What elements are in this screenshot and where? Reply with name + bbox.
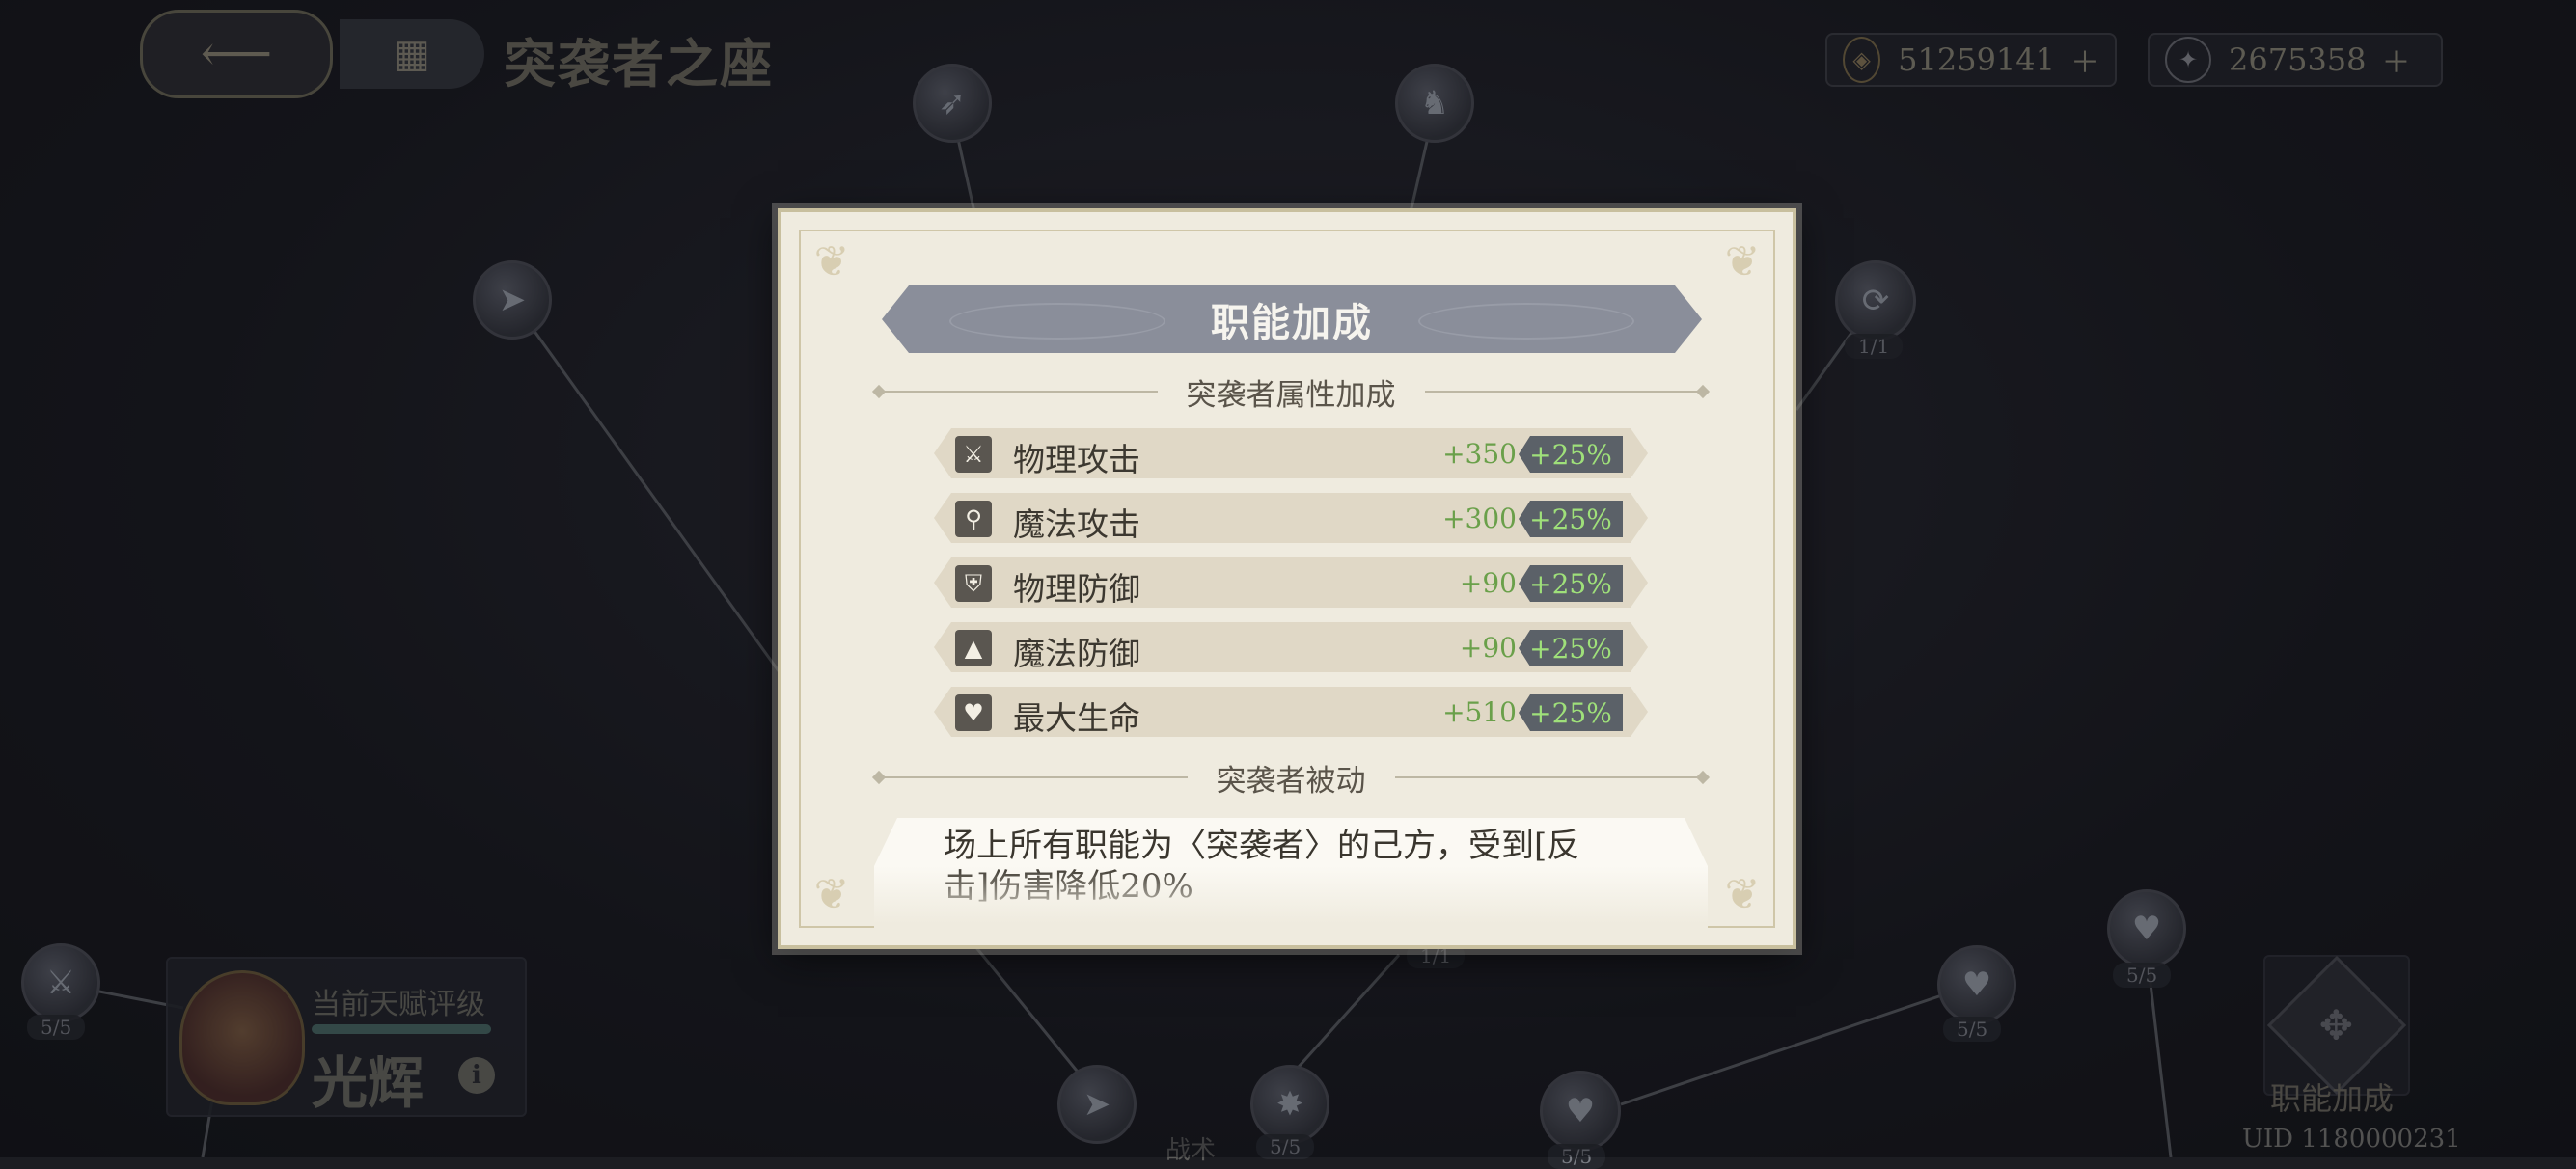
corner-ornament-icon: ❦ xyxy=(1724,237,1761,286)
stat-percent-badge: +25% xyxy=(1519,501,1623,537)
stat-value: +510 xyxy=(1442,696,1517,728)
attributes-section-title: 突袭者属性加成 xyxy=(1186,377,1396,413)
corner-ornament-icon: ❦ xyxy=(1724,870,1761,919)
job-bonus-modal: ❦ ❦ ❦ ❦ 职能加成 突袭者属性加成 ⚔ 物理攻击 +350 +25% ⚲ … xyxy=(778,208,1796,949)
passive-section-header: 突袭者被动 xyxy=(874,758,1708,799)
stat-value: +90 xyxy=(1459,567,1517,599)
stat-name: 魔法攻击 xyxy=(1013,505,1140,543)
heart-icon: ♥ xyxy=(955,694,992,731)
stat-percent-badge: +25% xyxy=(1519,694,1623,731)
staff-icon: ⚲ xyxy=(955,501,992,537)
stat-percent-badge: +25% xyxy=(1519,436,1623,473)
stat-name: 物理防御 xyxy=(1013,570,1140,608)
stat-percent-badge: +25% xyxy=(1519,630,1623,666)
stat-name: 物理攻击 xyxy=(1013,441,1140,478)
header-ornament-icon xyxy=(949,303,1165,340)
stat-row: ▲ 魔法防御 +90 +25% xyxy=(934,622,1648,672)
stat-value: +90 xyxy=(1459,632,1517,664)
stat-name: 最大生命 xyxy=(1013,699,1140,737)
passive-description-box[interactable]: 场上所有职能为〈突袭者〉的己方，受到[反击]伤害降低20% xyxy=(874,818,1708,934)
modal-header: 职能加成 xyxy=(882,285,1702,353)
stat-value: +350 xyxy=(1442,438,1517,470)
stat-row: ⚲ 魔法攻击 +300 +25% xyxy=(934,493,1648,543)
sword-icon: ⚔ xyxy=(955,436,992,473)
passive-section-title: 突袭者被动 xyxy=(1216,763,1366,799)
corner-ornament-icon: ❦ xyxy=(813,870,850,919)
stat-value: +300 xyxy=(1442,503,1517,534)
shield-icon: ⛨ xyxy=(955,565,992,602)
modal-title: 职能加成 xyxy=(1211,300,1373,345)
wizard-hat-icon: ▲ xyxy=(955,630,992,666)
corner-ornament-icon: ❦ xyxy=(813,237,850,286)
header-ornament-icon xyxy=(1418,303,1634,340)
stat-percent-badge: +25% xyxy=(1519,565,1623,602)
stat-row: ♥ 最大生命 +510 +25% xyxy=(934,687,1648,737)
stat-row: ⛨ 物理防御 +90 +25% xyxy=(934,557,1648,608)
stat-name: 魔法防御 xyxy=(1013,635,1140,672)
attributes-section-header: 突袭者属性加成 xyxy=(874,372,1708,413)
stat-row: ⚔ 物理攻击 +350 +25% xyxy=(934,428,1648,478)
